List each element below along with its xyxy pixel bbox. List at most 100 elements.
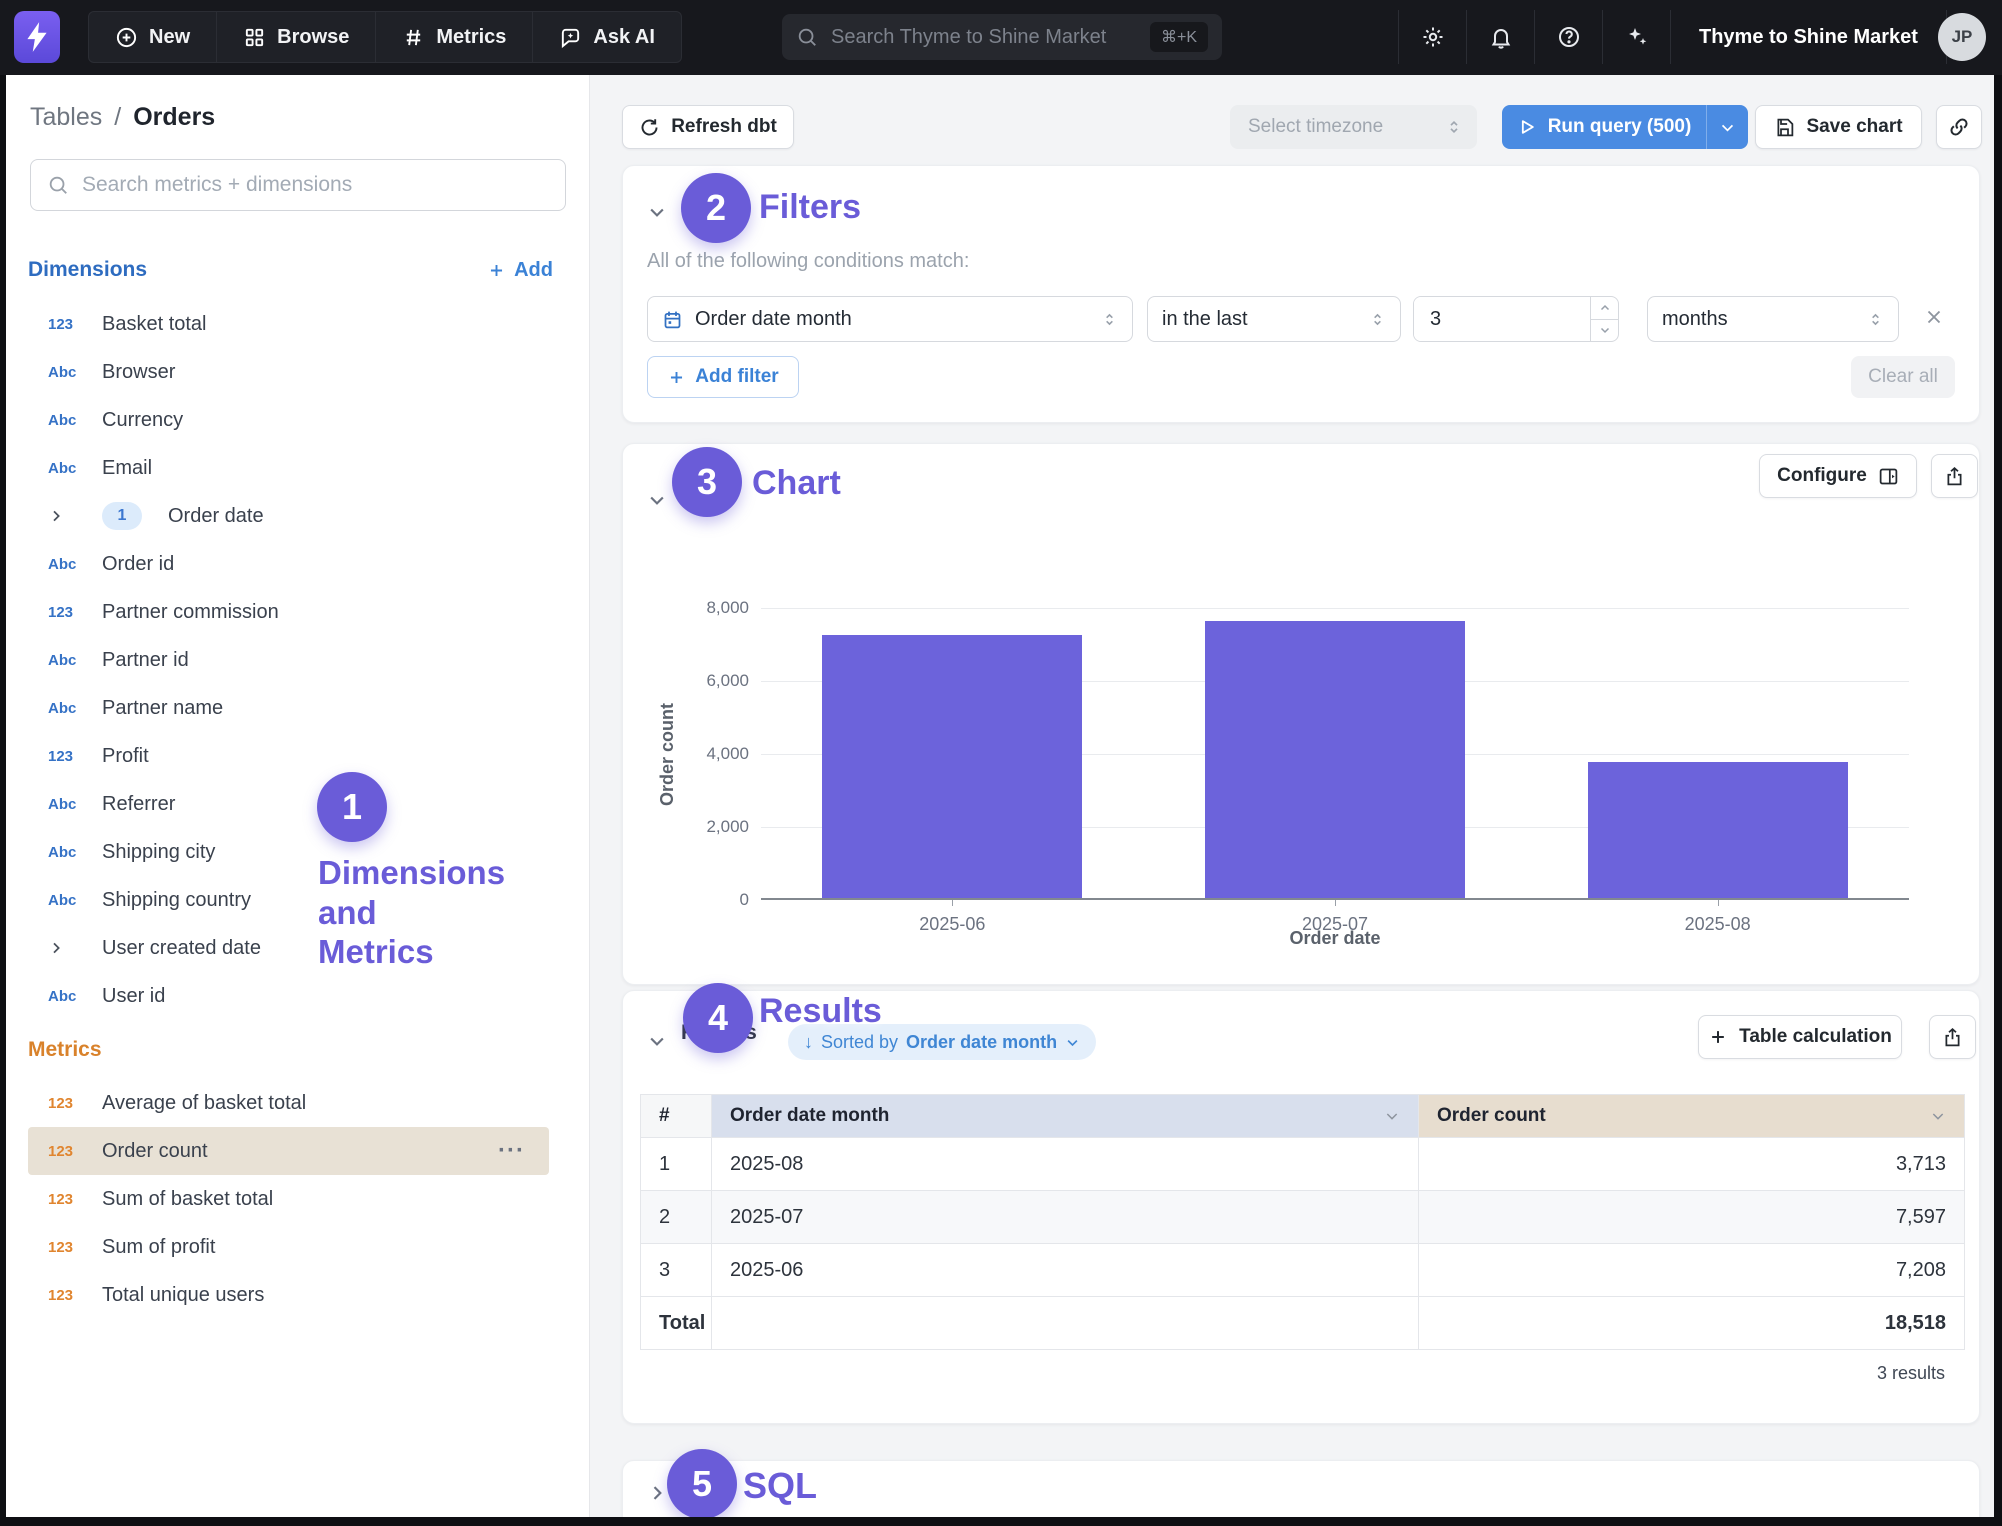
fields-search[interactable] xyxy=(30,159,566,211)
collapse-results-chevron[interactable] xyxy=(647,1031,667,1051)
browse-button[interactable]: Browse xyxy=(217,12,376,62)
chevron-right-icon[interactable] xyxy=(48,940,88,956)
add-dimension-label: Add xyxy=(514,259,553,282)
primary-nav: New Browse Metrics Ask AI xyxy=(88,11,682,63)
string-type-icon: Abc xyxy=(48,412,88,429)
search-shortcut-badge: ⌘+K xyxy=(1150,22,1208,52)
run-query-main[interactable]: Run query (500) xyxy=(1502,105,1706,149)
table-cell: 1 xyxy=(641,1138,712,1191)
field-item-referrer[interactable]: Abc Referrer xyxy=(6,780,589,828)
string-type-icon: Abc xyxy=(48,652,88,669)
breadcrumb-tables[interactable]: Tables xyxy=(30,103,102,132)
field-item-average-of-basket-total[interactable]: 123Average of basket total xyxy=(6,1079,589,1127)
ask-ai-button[interactable]: Ask AI xyxy=(533,12,681,62)
filter-unit-value: months xyxy=(1662,308,1728,331)
field-item-partner-id[interactable]: AbcPartner id xyxy=(6,636,589,684)
export-chart-button[interactable] xyxy=(1931,454,1978,498)
field-item-user-id[interactable]: AbcUser id xyxy=(6,972,589,1020)
field-label: Sum of profit xyxy=(102,1236,215,1259)
annotation-3-label: Chart xyxy=(752,464,841,503)
timezone-select[interactable]: Select timezone xyxy=(1230,105,1477,149)
settings-button[interactable] xyxy=(1399,10,1467,64)
field-item-partner-commission[interactable]: 123Partner commission xyxy=(6,588,589,636)
annotation-2-label: Filters xyxy=(759,188,861,227)
numeric-type-icon: 123 xyxy=(48,1287,88,1304)
global-search-input[interactable] xyxy=(831,26,1137,49)
collapse-chart-chevron[interactable] xyxy=(647,490,667,510)
numeric-type-icon: 123 xyxy=(48,1095,88,1112)
chevron-right-icon[interactable] xyxy=(48,508,88,524)
fields-search-input[interactable] xyxy=(82,173,549,197)
field-item-profit[interactable]: 123Profit xyxy=(6,732,589,780)
column-header-order-date-month[interactable]: Order date month xyxy=(712,1095,1419,1138)
field-item-email[interactable]: AbcEmail xyxy=(6,444,589,492)
table-row: 12025-083,713 xyxy=(641,1138,1965,1191)
filter-unit-select[interactable]: months xyxy=(1647,296,1899,342)
add-filter-label: Add filter xyxy=(695,366,778,388)
column-header-order-count[interactable]: Order count xyxy=(1419,1095,1965,1138)
field-menu-button[interactable]: ··· xyxy=(498,1137,549,1165)
field-item-order-count[interactable]: 123Order count··· xyxy=(28,1127,549,1175)
field-item-order-date[interactable]: 1 Order date xyxy=(6,492,589,540)
x-tick xyxy=(1335,900,1336,906)
numeric-type-icon: 123 xyxy=(48,1191,88,1208)
string-type-icon: Abc xyxy=(48,844,88,861)
table-calculation-button[interactable]: Table calculation xyxy=(1698,1015,1902,1059)
org-name[interactable]: Thyme to Shine Market xyxy=(1671,10,1947,64)
filter-value-input[interactable] xyxy=(1414,297,1590,341)
run-query-button[interactable]: Run query (500) xyxy=(1502,105,1748,149)
stepper-down-button[interactable] xyxy=(1591,320,1618,342)
field-label: Partner name xyxy=(102,697,223,720)
field-label: Referrer xyxy=(102,793,175,816)
user-avatar[interactable]: JP xyxy=(1938,13,1986,61)
collapse-filters-chevron[interactable] xyxy=(647,202,667,222)
breadcrumb: Tables / Orders xyxy=(30,103,215,132)
add-filter-button[interactable]: Add filter xyxy=(647,356,799,398)
table-cell: 2025-08 xyxy=(712,1138,1419,1191)
configure-chart-button[interactable]: Configure xyxy=(1759,454,1917,498)
field-item-partner-name[interactable]: AbcPartner name xyxy=(6,684,589,732)
column-header--[interactable]: # xyxy=(641,1095,712,1138)
field-item-user-created-date[interactable]: User created date xyxy=(6,924,589,972)
string-type-icon: Abc xyxy=(48,556,88,573)
selected-count-badge: 1 xyxy=(102,502,142,530)
field-item-basket-total[interactable]: 123Basket total xyxy=(6,300,589,348)
field-item-total-unique-users[interactable]: 123Total unique users xyxy=(6,1271,589,1319)
string-type-icon: Abc xyxy=(48,364,88,381)
add-dimension-button[interactable]: Add xyxy=(487,259,553,282)
select-updown-icon xyxy=(1101,311,1118,328)
save-chart-button[interactable]: Save chart xyxy=(1755,105,1922,149)
help-button[interactable] xyxy=(1535,10,1603,64)
gridline xyxy=(761,608,1909,609)
filter-field-select[interactable]: Order date month xyxy=(647,296,1133,342)
copy-link-button[interactable] xyxy=(1936,105,1982,149)
field-item-sum-of-profit[interactable]: 123 Sum of profit xyxy=(6,1223,589,1271)
clear-all-button[interactable]: Clear all xyxy=(1851,356,1955,398)
field-item-browser[interactable]: AbcBrowser xyxy=(6,348,589,396)
ai-sparkles-button[interactable] xyxy=(1603,10,1671,64)
field-item-order-id[interactable]: AbcOrder id xyxy=(6,540,589,588)
field-item-currency[interactable]: AbcCurrency xyxy=(6,396,589,444)
chevron-down-icon xyxy=(1930,1108,1946,1124)
expand-sql-chevron[interactable] xyxy=(647,1483,667,1503)
global-search[interactable]: ⌘+K xyxy=(782,14,1222,60)
navbar-actions: Thyme to Shine Market xyxy=(1398,10,1947,64)
numeric-type-icon: 123 xyxy=(48,1239,88,1256)
run-query-dropdown[interactable] xyxy=(1706,105,1748,149)
field-label: Order date xyxy=(168,505,264,528)
remove-filter-button[interactable] xyxy=(1923,306,1945,328)
export-results-button[interactable] xyxy=(1929,1015,1976,1059)
refresh-dbt-button[interactable]: Refresh dbt xyxy=(622,105,794,149)
x-tick xyxy=(952,900,953,906)
stepper-up-button[interactable] xyxy=(1591,297,1618,320)
metrics-button[interactable]: Metrics xyxy=(376,12,533,62)
filter-operator-select[interactable]: in the last xyxy=(1147,296,1401,342)
string-type-icon: Abc xyxy=(48,796,88,813)
new-button[interactable]: New xyxy=(89,12,217,62)
chart-panel: 3 Chart Configure Order count 02,0004,00… xyxy=(622,443,1980,985)
app-logo[interactable] xyxy=(14,11,60,63)
field-item-sum-of-basket-total[interactable]: 123Sum of basket total xyxy=(6,1175,589,1223)
notifications-button[interactable] xyxy=(1467,10,1535,64)
refresh-dbt-label: Refresh dbt xyxy=(671,116,777,138)
annotation-4-label: Results xyxy=(759,992,882,1031)
